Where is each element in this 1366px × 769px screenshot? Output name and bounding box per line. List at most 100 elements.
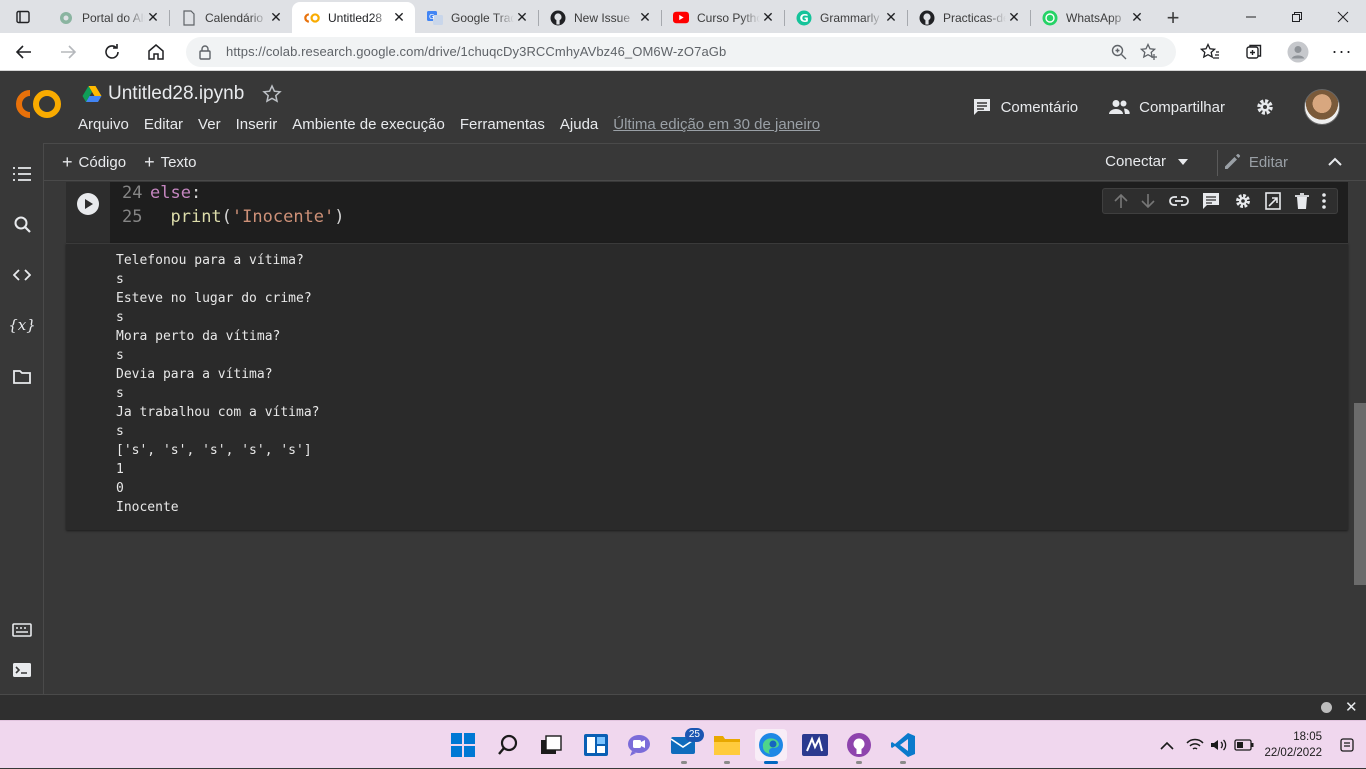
restore-button[interactable] xyxy=(1274,0,1320,33)
close-icon[interactable]: ✕ xyxy=(1129,9,1145,26)
comment-icon[interactable] xyxy=(1202,192,1220,210)
browser-tab-active[interactable]: Untitled28 ✕ xyxy=(292,2,415,33)
url-text: https://colab.research.google.com/drive/… xyxy=(226,44,727,59)
close-window-button[interactable] xyxy=(1320,0,1366,33)
minimize-button[interactable] xyxy=(1228,0,1274,33)
variables-button[interactable]: {x} xyxy=(0,310,44,340)
menu-ambiente[interactable]: Ambiente de execução xyxy=(292,116,445,133)
app-button[interactable] xyxy=(799,729,831,761)
colab-header: Untitled28.ipynb Arquivo Editar Ver Inse… xyxy=(0,71,1366,143)
menu-inserir[interactable]: Inserir xyxy=(236,116,278,133)
zoom-icon[interactable] xyxy=(1104,44,1134,60)
more-vertical-icon[interactable] xyxy=(1322,193,1327,209)
teams-chat-button[interactable] xyxy=(623,729,655,761)
browser-tab[interactable]: WhatsApp ✕ xyxy=(1030,2,1153,33)
file-explorer-button[interactable] xyxy=(711,729,743,764)
volume-icon[interactable] xyxy=(1210,738,1228,752)
wifi-icon[interactable] xyxy=(1186,738,1204,752)
menu-ajuda[interactable]: Ajuda xyxy=(560,116,598,133)
trash-icon[interactable] xyxy=(1294,192,1309,210)
mail-button[interactable]: 25 xyxy=(668,728,704,764)
doc-title[interactable]: Untitled28.ipynb xyxy=(108,83,244,105)
close-icon[interactable]: ✕ xyxy=(637,9,653,26)
search-button[interactable] xyxy=(0,209,44,239)
github-desktop-button[interactable] xyxy=(843,729,875,764)
browser-tab[interactable]: Practicas-de ✕ xyxy=(907,2,1030,33)
scrollbar-thumb[interactable] xyxy=(1354,403,1366,585)
share-button[interactable]: Compartilhar xyxy=(1108,99,1225,116)
browser-tab[interactable]: Curso Python ✕ xyxy=(661,2,784,33)
browser-tab[interactable]: Portal do Aluno ✕ xyxy=(46,2,169,33)
back-button[interactable] xyxy=(4,36,44,68)
link-icon[interactable] xyxy=(1168,195,1189,207)
browser-tab[interactable]: G Google Tradutor ✕ xyxy=(415,2,538,33)
browser-tab[interactable]: G Grammarly ✕ xyxy=(784,2,907,33)
browser-tab[interactable]: New Issue ✕ xyxy=(538,2,661,33)
settings-button[interactable] xyxy=(1255,97,1284,117)
chevron-up-icon[interactable] xyxy=(1160,741,1175,750)
connect-button[interactable]: Conectar xyxy=(1105,153,1188,170)
mirror-cell-icon[interactable] xyxy=(1265,192,1282,210)
add-text-button[interactable]: + Texto xyxy=(144,152,196,173)
close-icon[interactable]: ✕ xyxy=(760,9,776,26)
files-button[interactable] xyxy=(0,362,44,392)
collapse-header-button[interactable] xyxy=(1328,153,1342,171)
output-line: s xyxy=(116,272,124,287)
command-palette-button[interactable] xyxy=(0,615,44,645)
table-of-contents-button[interactable] xyxy=(0,159,44,189)
forward-button[interactable] xyxy=(48,36,88,68)
code-cell[interactable]: 24 else: 25 print('Inocente') xyxy=(66,182,1348,243)
comment-button[interactable]: Comentário xyxy=(972,97,1078,117)
move-up-icon[interactable] xyxy=(1114,193,1128,209)
close-icon[interactable]: ✕ xyxy=(145,9,161,26)
taskbar-search-button[interactable] xyxy=(492,729,524,761)
refresh-button[interactable] xyxy=(92,36,132,68)
browser-tab[interactable]: Calendário ✕ xyxy=(169,2,292,33)
menu-editar[interactable]: Editar xyxy=(144,116,183,133)
tab-actions-button[interactable] xyxy=(0,0,46,33)
terminal-button[interactable] xyxy=(0,655,44,685)
new-tab-button[interactable]: + xyxy=(1159,2,1187,33)
notification-center-button[interactable] xyxy=(1340,738,1354,757)
close-icon[interactable]: ✕ xyxy=(1006,9,1022,26)
widgets-button[interactable] xyxy=(580,729,612,761)
run-cell-button[interactable] xyxy=(77,193,99,215)
output-line: 0 xyxy=(116,481,124,496)
code-line[interactable]: 24 else: xyxy=(122,183,201,203)
avatar[interactable] xyxy=(1304,89,1340,125)
battery-icon[interactable] xyxy=(1234,739,1254,751)
running-indicator xyxy=(856,761,862,764)
close-icon[interactable]: ✕ xyxy=(268,9,284,26)
edge-icon xyxy=(759,733,783,757)
notebook-scrollbar[interactable] xyxy=(1354,182,1366,694)
menu-ferramentas[interactable]: Ferramentas xyxy=(460,116,545,133)
profile-button[interactable] xyxy=(1276,36,1320,68)
add-favorite-icon[interactable] xyxy=(1134,42,1164,61)
close-icon[interactable]: ✕ xyxy=(514,9,530,26)
star-icon[interactable] xyxy=(262,84,283,104)
edge-browser-button[interactable] xyxy=(755,729,787,764)
address-bar[interactable]: https://colab.research.google.com/drive/… xyxy=(186,36,1176,67)
colab-logo[interactable] xyxy=(14,89,62,124)
code-line[interactable]: 25 print('Inocente') xyxy=(122,207,345,227)
menu-arquivo[interactable]: Arquivo xyxy=(78,116,129,133)
clock[interactable]: 18:05 22/02/2022 xyxy=(1264,729,1322,761)
gear-icon[interactable] xyxy=(1234,192,1252,210)
browser-menu-button[interactable]: ··· xyxy=(1320,36,1364,68)
task-view-button[interactable] xyxy=(535,729,567,761)
colab-logo-icon xyxy=(16,90,61,119)
start-button[interactable] xyxy=(447,729,479,761)
edit-button[interactable]: Editar xyxy=(1223,153,1288,171)
add-code-button[interactable]: + Código xyxy=(62,152,126,173)
home-button[interactable] xyxy=(136,36,176,68)
favorites-button[interactable] xyxy=(1188,36,1232,68)
code-snippets-button[interactable] xyxy=(0,260,44,290)
move-down-icon[interactable] xyxy=(1141,193,1155,209)
vscode-button[interactable] xyxy=(887,729,919,764)
menu-ver[interactable]: Ver xyxy=(198,116,221,133)
last-edit-link[interactable]: Última edição em 30 de janeiro xyxy=(613,116,820,133)
close-icon[interactable]: ✕ xyxy=(1345,698,1358,716)
close-icon[interactable]: ✕ xyxy=(391,9,407,26)
collections-button[interactable] xyxy=(1232,36,1276,68)
close-icon[interactable]: ✕ xyxy=(883,9,899,26)
